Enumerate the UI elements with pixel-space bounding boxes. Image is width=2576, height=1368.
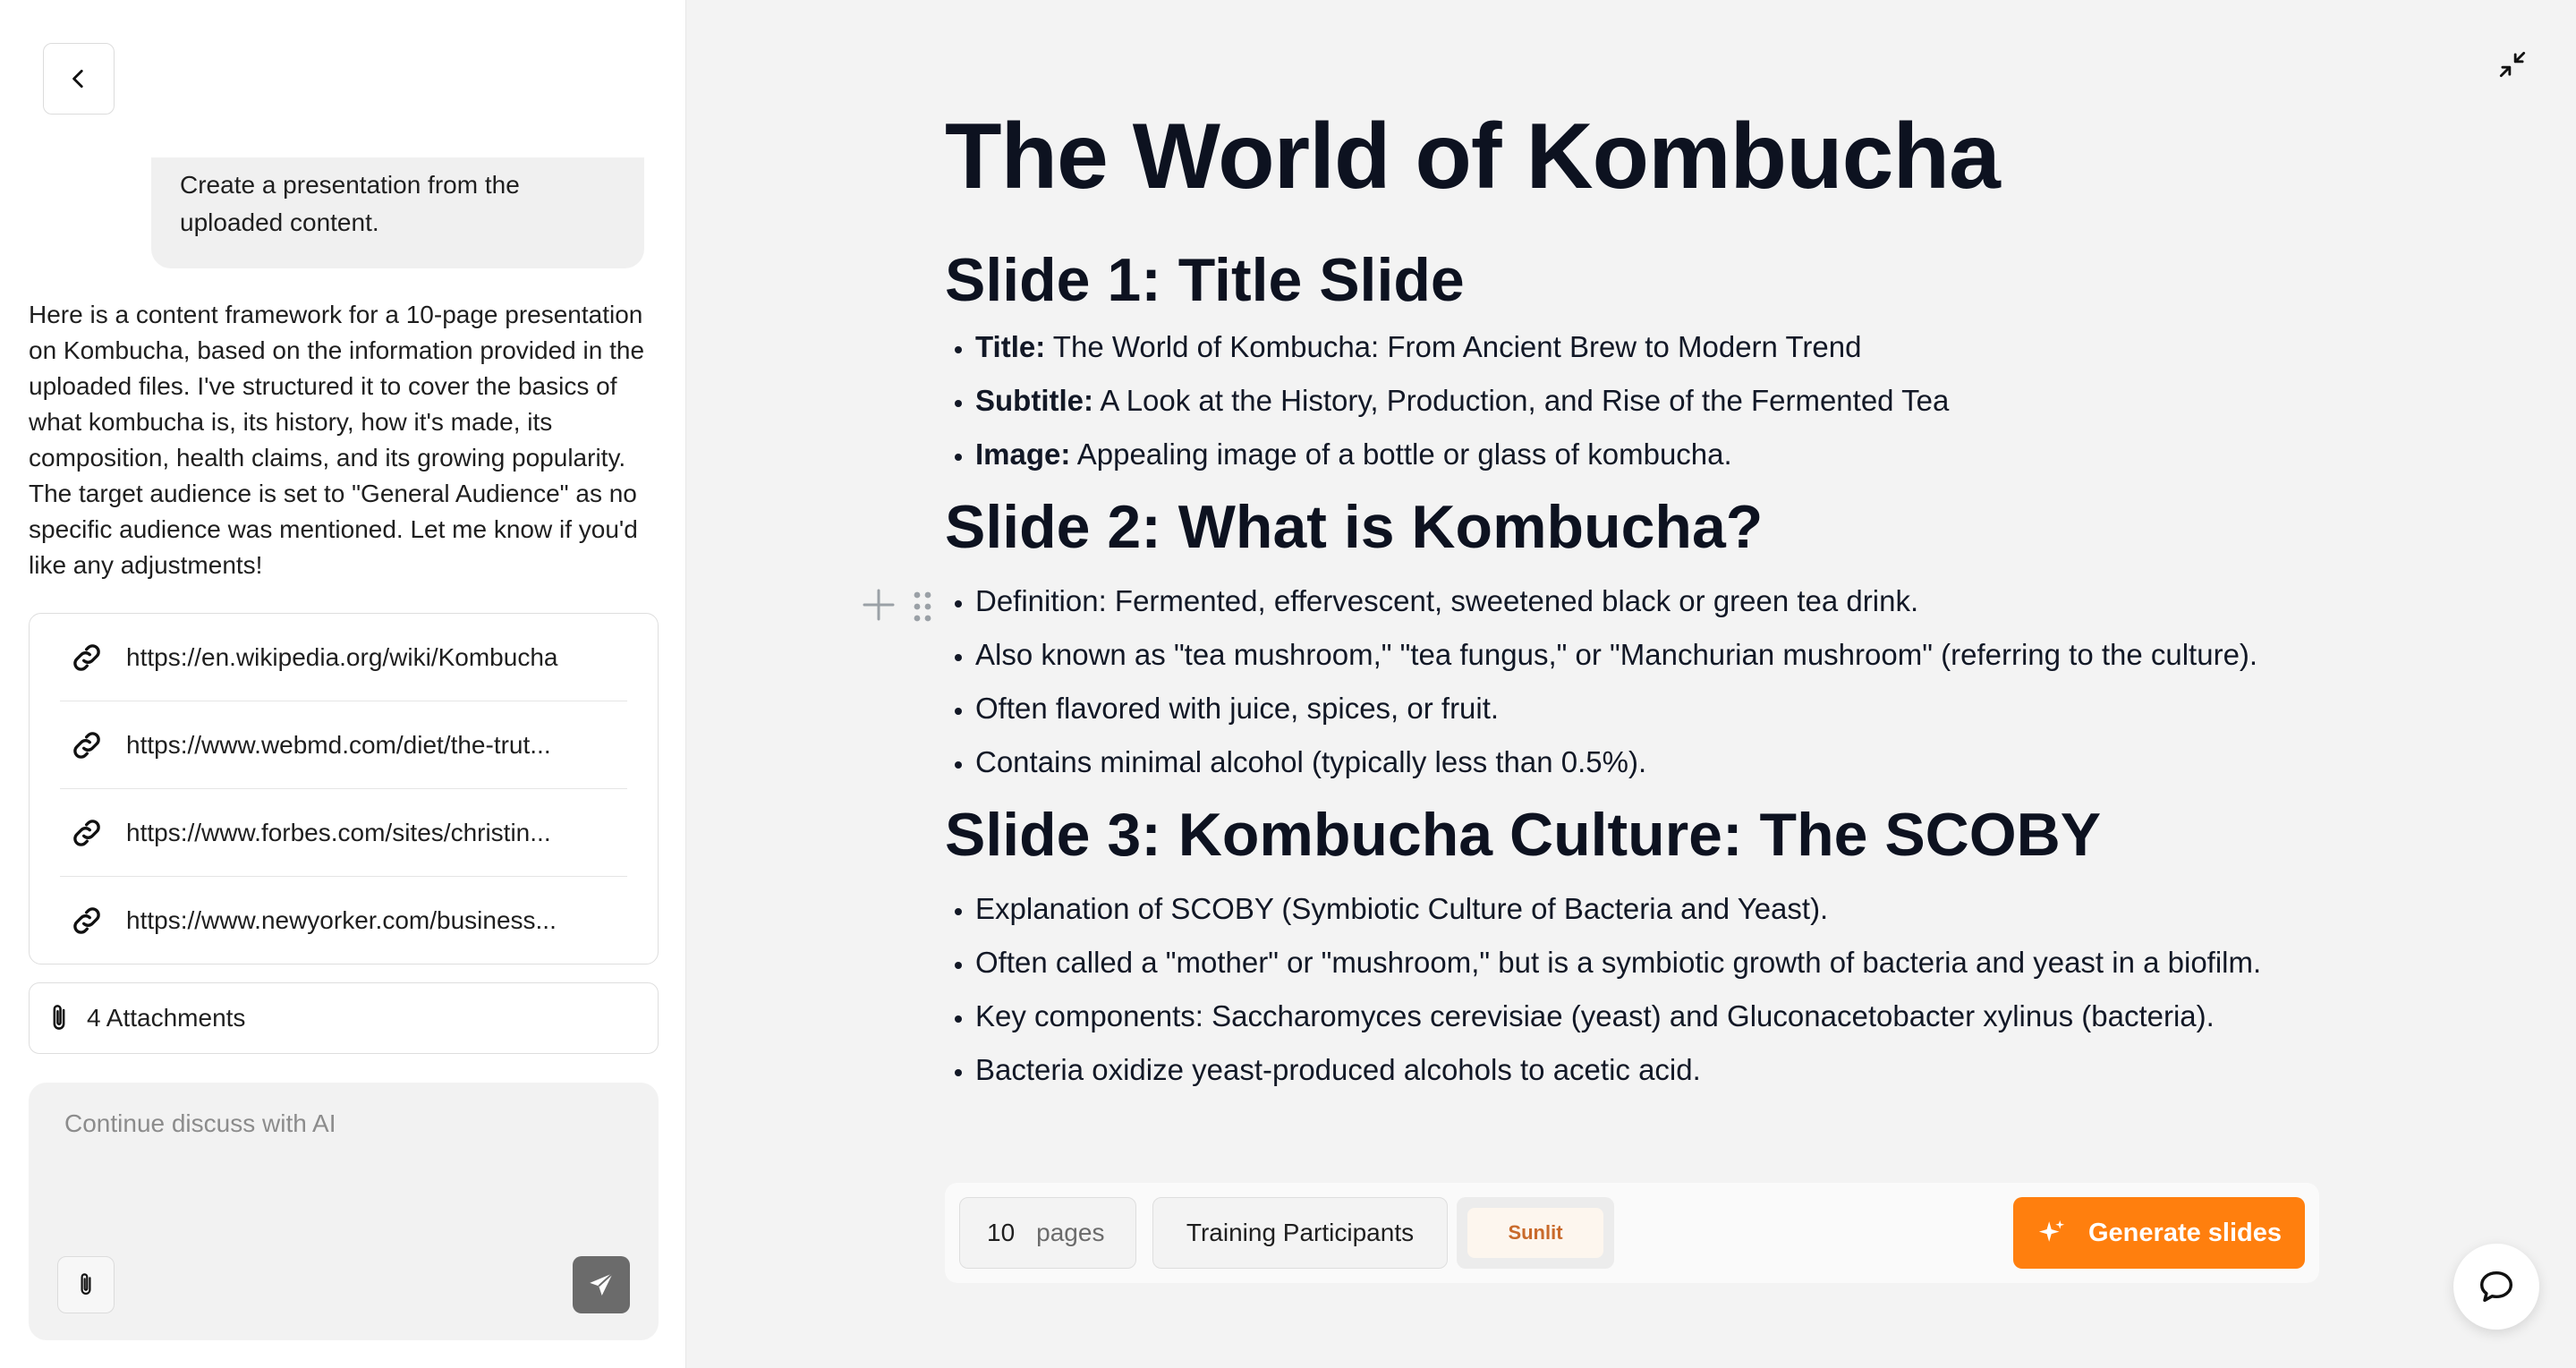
ai-message: Here is a content framework for a 10-pag… <box>29 301 645 579</box>
add-block-icon[interactable] <box>861 587 897 623</box>
bullet-label: Image: <box>975 438 1071 471</box>
audience-selector[interactable]: Training Participants <box>1152 1197 1448 1269</box>
attachments-label: 4 Attachments <box>87 1004 246 1032</box>
bullet-item: Contains minimal alcohol (typically less… <box>975 741 2341 784</box>
bullet-list: Title: The World of Kombucha: From Ancie… <box>945 326 2341 476</box>
source-link[interactable]: https://en.wikipedia.org/wiki/Kombucha <box>60 614 627 701</box>
paperclip-icon <box>81 1273 91 1295</box>
bullet-list: Definition: Fermented, effervescent, swe… <box>945 580 2341 784</box>
bullet-item: Bacteria oxidize yeast-produced alcohols… <box>975 1049 2341 1092</box>
minimize-icon <box>2499 51 2526 78</box>
slide-heading: Slide 3: Kombucha Culture: The SCOBY <box>945 801 2102 869</box>
user-message: Create a presentation from the uploaded … <box>151 157 644 268</box>
bullet-item: Title: The World of Kombucha: From Ancie… <box>975 326 2341 369</box>
source-link[interactable]: https://www.webmd.com/diet/the-trut... <box>60 701 627 789</box>
bullet-list: Explanation of SCOBY (Symbiotic Culture … <box>945 888 2341 1092</box>
bullet-text: The World of Kombucha: From Ancient Brew… <box>1045 330 1862 363</box>
source-link-url: https://en.wikipedia.org/wiki/Kombucha <box>126 642 558 671</box>
slide-heading: Slide 1: Title Slide <box>945 246 1465 314</box>
generate-slides-label: Generate slides <box>2088 1218 2282 1247</box>
send-icon <box>590 1272 614 1296</box>
generation-toolbar: 10 pages Training Participants Sunlit Ge… <box>945 1183 2319 1283</box>
chat-support-button[interactable] <box>2453 1244 2539 1330</box>
chat-composer <box>29 1083 659 1340</box>
paperclip-icon <box>47 1002 74 1034</box>
chevron-left-icon <box>72 69 83 89</box>
source-link-url: https://www.forbes.com/sites/christin... <box>126 818 551 846</box>
drag-handle-icon[interactable] <box>913 591 932 623</box>
generate-slides-button[interactable]: Generate slides <box>2013 1197 2305 1269</box>
chat-bubble-icon <box>2479 1270 2513 1303</box>
page-count-unit: pages <box>1036 1219 1105 1246</box>
source-links-card: https://en.wikipedia.org/wiki/Kombucha h… <box>29 613 659 964</box>
source-link[interactable]: https://www.newyorker.com/business... <box>60 877 627 964</box>
link-icon <box>69 902 106 939</box>
bullet-item: Definition: Fermented, effervescent, swe… <box>975 580 2341 623</box>
theme-selector[interactable]: Sunlit <box>1457 1197 1614 1269</box>
chat-input[interactable] <box>63 1108 617 1215</box>
source-link-url: https://www.newyorker.com/business... <box>126 906 557 934</box>
bullet-item: Often flavored with juice, spices, or fr… <box>975 687 2341 730</box>
document-title: The World of Kombucha <box>945 105 2001 208</box>
theme-preview: Sunlit <box>1467 1208 1603 1258</box>
page-count-value: 10 <box>987 1219 1016 1246</box>
attach-file-button[interactable] <box>57 1256 115 1313</box>
link-icon <box>69 726 106 764</box>
bullet-text: A Look at the History, Production, and R… <box>1092 384 1950 417</box>
bullet-label: Title: <box>975 330 1046 363</box>
bullet-item: Image: Appealing image of a bottle or gl… <box>975 433 2341 476</box>
bullet-item: Often called a "mother" or "mushroom," b… <box>975 941 2341 984</box>
link-icon <box>69 639 106 676</box>
bullet-item: Explanation of SCOBY (Symbiotic Culture … <box>975 888 2341 930</box>
bullet-text: Appealing image of a bottle or glass of … <box>1070 438 1732 471</box>
source-link[interactable]: https://www.forbes.com/sites/christin... <box>60 789 627 877</box>
bullet-label: Subtitle: <box>975 384 1093 417</box>
outline-document[interactable]: The World of Kombucha Slide 1: Title Sli… <box>945 98 2341 1127</box>
chat-panel: Create a presentation from the uploaded … <box>0 0 686 1368</box>
page-count-selector[interactable]: 10 pages <box>959 1197 1136 1269</box>
collapse-view-button[interactable] <box>2493 45 2532 84</box>
attachments-toggle[interactable]: 4 Attachments <box>29 982 659 1054</box>
sparkle-icon <box>2036 1217 2069 1249</box>
bullet-item: Key components: Saccharomyces cerevisiae… <box>975 995 2341 1038</box>
back-button[interactable] <box>43 43 115 115</box>
send-button[interactable] <box>573 1256 630 1313</box>
bullet-item: Subtitle: A Look at the History, Product… <box>975 379 2341 422</box>
link-icon <box>69 814 106 852</box>
slide-heading: Slide 2: What is Kombucha? <box>945 493 1764 561</box>
bullet-item: Also known as "tea mushroom," "tea fungu… <box>975 633 2341 676</box>
source-link-url: https://www.webmd.com/diet/the-trut... <box>126 730 551 759</box>
